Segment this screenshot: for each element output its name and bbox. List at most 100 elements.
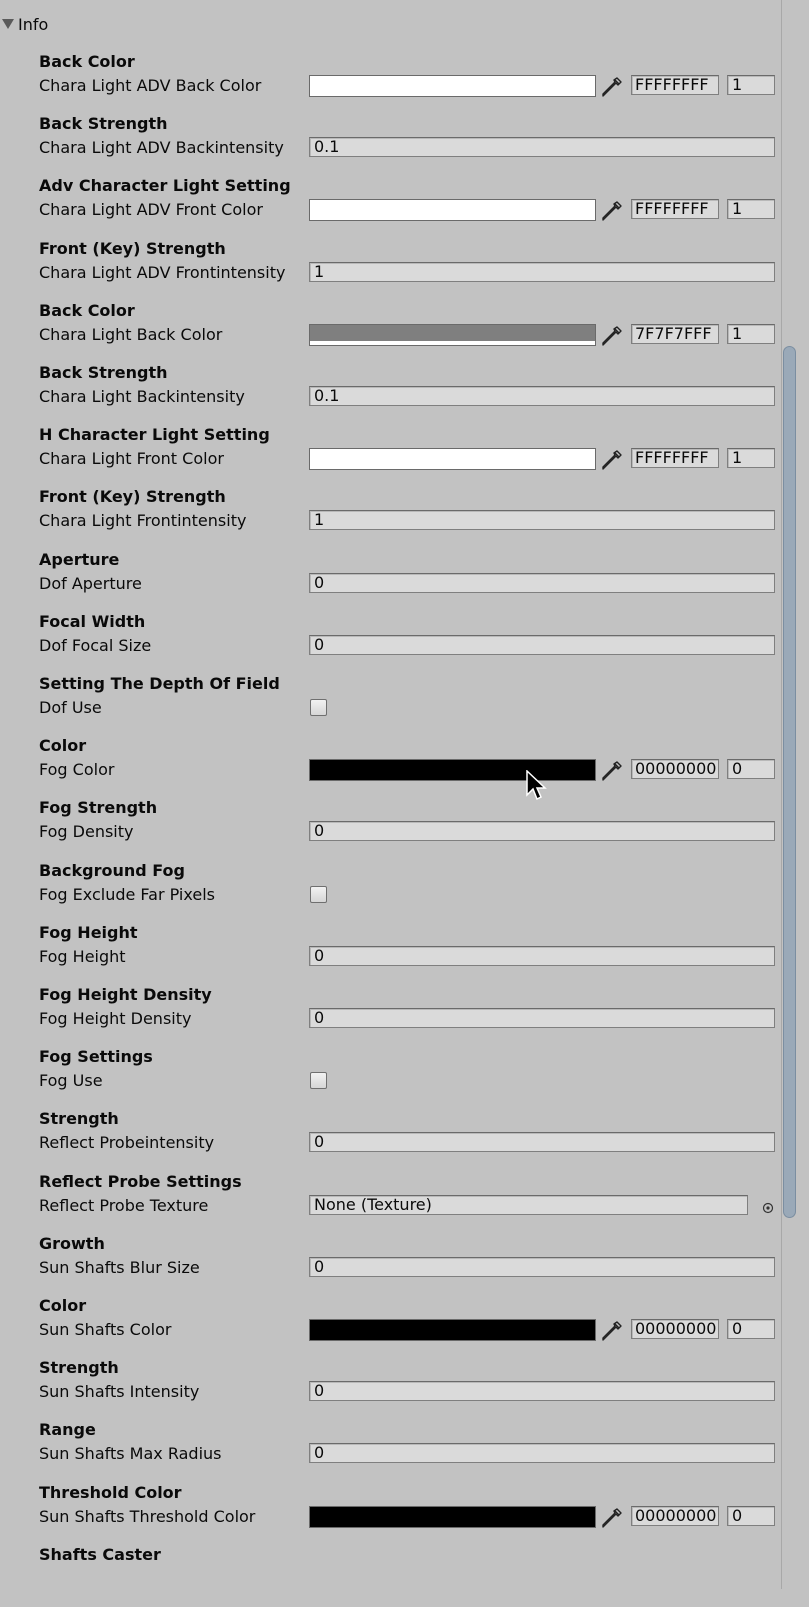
property-label: Sun Shafts Blur Size bbox=[39, 1257, 200, 1277]
property-header: Back Color bbox=[39, 52, 135, 71]
value-field[interactable]: 0 bbox=[309, 1132, 775, 1153]
property-header: Fog Height Density bbox=[39, 985, 212, 1004]
hex-field[interactable]: FFFFFFFF bbox=[631, 448, 719, 469]
property-label: Reflect Probe Texture bbox=[39, 1195, 209, 1215]
toggle-checkbox[interactable] bbox=[310, 699, 327, 716]
swatch-color bbox=[310, 1320, 595, 1340]
property-label: Fog Density bbox=[39, 822, 134, 842]
swatch-color bbox=[310, 324, 595, 342]
alpha-field[interactable]: 0 bbox=[727, 1319, 775, 1339]
alpha-field[interactable]: 1 bbox=[727, 75, 775, 95]
property-label: Chara Light Frontintensity bbox=[39, 511, 247, 531]
eyedropper-icon[interactable] bbox=[600, 1319, 624, 1343]
property-header: Shafts Caster bbox=[39, 1544, 161, 1564]
toggle-checkbox[interactable] bbox=[310, 885, 327, 903]
value-field[interactable]: 0 bbox=[309, 1381, 775, 1402]
property-row: Fog Strength Fog Density 0 bbox=[0, 798, 785, 860]
alpha-field[interactable]: 1 bbox=[727, 323, 775, 344]
hex-field[interactable]: FFFFFFFF bbox=[631, 75, 719, 95]
color-swatch[interactable] bbox=[309, 75, 596, 97]
hex-field[interactable]: 00000000 bbox=[631, 1319, 719, 1339]
property-header: Back Strength bbox=[39, 363, 168, 382]
panel-divider bbox=[781, 0, 782, 1589]
foldout-arrow-icon[interactable] bbox=[2, 19, 14, 29]
hex-field[interactable]: 7F7F7FFF bbox=[631, 323, 719, 344]
property-label: Chara Light Front Color bbox=[39, 449, 224, 469]
object-picker-icon[interactable] bbox=[762, 1199, 774, 1213]
property-row: Reflect Probe Settings Reflect Probe Text… bbox=[0, 1172, 785, 1234]
eyedropper-icon[interactable] bbox=[600, 199, 624, 223]
color-swatch[interactable] bbox=[309, 199, 596, 222]
value-field[interactable]: 0 bbox=[309, 572, 775, 593]
eyedropper-icon[interactable] bbox=[600, 75, 624, 99]
property-label: Chara Light ADV Frontintensity bbox=[39, 262, 286, 282]
alpha-field[interactable]: 1 bbox=[727, 448, 775, 469]
color-swatch[interactable] bbox=[309, 1505, 596, 1528]
eyedropper-icon[interactable] bbox=[600, 448, 624, 472]
property-header: Range bbox=[39, 1420, 96, 1440]
property-header: Aperture bbox=[39, 549, 120, 569]
property-row: Back Strength Chara Light Backintensity 0.… bbox=[0, 363, 785, 425]
hex-field[interactable]: FFFFFFFF bbox=[631, 199, 719, 220]
eyedropper-icon[interactable] bbox=[600, 759, 624, 783]
property-row: Shafts Caster bbox=[0, 1545, 785, 1607]
hex-field[interactable]: 00000000 bbox=[631, 1505, 719, 1526]
color-swatch[interactable] bbox=[309, 448, 596, 471]
property-header: Strength bbox=[39, 1358, 119, 1378]
swatch-alpha-bar bbox=[310, 92, 595, 96]
info-foldout[interactable]: Info bbox=[0, 12, 48, 36]
property-row: Front (Key) Strength Chara Light ADV Fron… bbox=[0, 239, 785, 301]
hex-field[interactable]: 00000000 bbox=[631, 759, 719, 780]
property-label: Sun Shafts Threshold Color bbox=[39, 1506, 256, 1526]
property-row: Background Fog Fog Exclude Far Pixels bbox=[0, 861, 785, 923]
property-label: Chara Light ADV Front Color bbox=[39, 200, 263, 220]
swatch-color bbox=[310, 449, 595, 467]
value-field[interactable]: 1 bbox=[309, 510, 775, 531]
property-header: Focal Width bbox=[39, 611, 146, 631]
value-field[interactable]: 1 bbox=[309, 261, 775, 282]
object-field[interactable]: None (Texture) bbox=[309, 1194, 748, 1215]
property-row: Setting The Depth Of Field Dof Use bbox=[0, 674, 785, 736]
alpha-field[interactable]: 0 bbox=[727, 759, 775, 780]
value-field[interactable]: 0 bbox=[309, 821, 775, 842]
property-row: Back Color Chara Light Back Color 7F7F7FFF… bbox=[0, 301, 785, 363]
color-swatch[interactable] bbox=[309, 1319, 596, 1341]
value-field[interactable]: 0 bbox=[309, 634, 775, 655]
swatch-color bbox=[310, 1506, 595, 1527]
value-field[interactable]: 0 bbox=[309, 1256, 775, 1277]
color-swatch[interactable] bbox=[309, 759, 596, 782]
property-label: Sun Shafts Color bbox=[39, 1320, 172, 1339]
property-label: Dof Use bbox=[39, 698, 102, 717]
value-field[interactable]: 0.1 bbox=[309, 137, 775, 158]
swatch-alpha-bar bbox=[310, 340, 595, 345]
property-row: Color Fog Color 00000000 0 bbox=[0, 736, 785, 798]
swatch-alpha-bar bbox=[310, 465, 595, 470]
value-field[interactable]: 0.1 bbox=[309, 386, 775, 406]
property-label: Dof Focal Size bbox=[39, 635, 152, 655]
foldout-label: Info bbox=[18, 14, 49, 34]
swatch-alpha-bar bbox=[310, 216, 595, 221]
property-header: Threshold Color bbox=[39, 1482, 182, 1502]
value-field[interactable]: 0 bbox=[309, 1443, 775, 1464]
alpha-field[interactable]: 1 bbox=[727, 199, 775, 220]
eyedropper-icon[interactable] bbox=[600, 1506, 624, 1530]
property-row: Fog Height Density Fog Height Density 0 bbox=[0, 985, 785, 1047]
toggle-checkbox[interactable] bbox=[310, 1072, 327, 1090]
mouse-cursor-icon bbox=[526, 770, 547, 801]
vertical-scrollbar[interactable] bbox=[783, 346, 796, 1218]
property-row: Adv Character Light Setting Chara Light A… bbox=[0, 176, 785, 238]
property-label: Chara Light Backintensity bbox=[39, 387, 245, 406]
property-label: Fog Height Density bbox=[39, 1009, 192, 1028]
property-header: Front (Key) Strength bbox=[39, 238, 226, 258]
color-swatch[interactable] bbox=[309, 323, 596, 346]
eyedropper-icon[interactable] bbox=[600, 324, 624, 348]
property-header: Back Strength bbox=[39, 114, 168, 134]
alpha-field[interactable]: 0 bbox=[727, 1505, 775, 1526]
property-row: Back Strength Chara Light ADV Backintensi… bbox=[0, 114, 785, 176]
value-field[interactable]: 0 bbox=[309, 945, 775, 966]
property-header: Background Fog bbox=[39, 860, 185, 880]
property-header: Setting The Depth Of Field bbox=[39, 674, 280, 693]
property-row: Color Sun Shafts Color 00000000 0 bbox=[0, 1296, 785, 1358]
property-header: H Character Light Setting bbox=[39, 425, 270, 445]
value-field[interactable]: 0 bbox=[309, 1008, 775, 1028]
